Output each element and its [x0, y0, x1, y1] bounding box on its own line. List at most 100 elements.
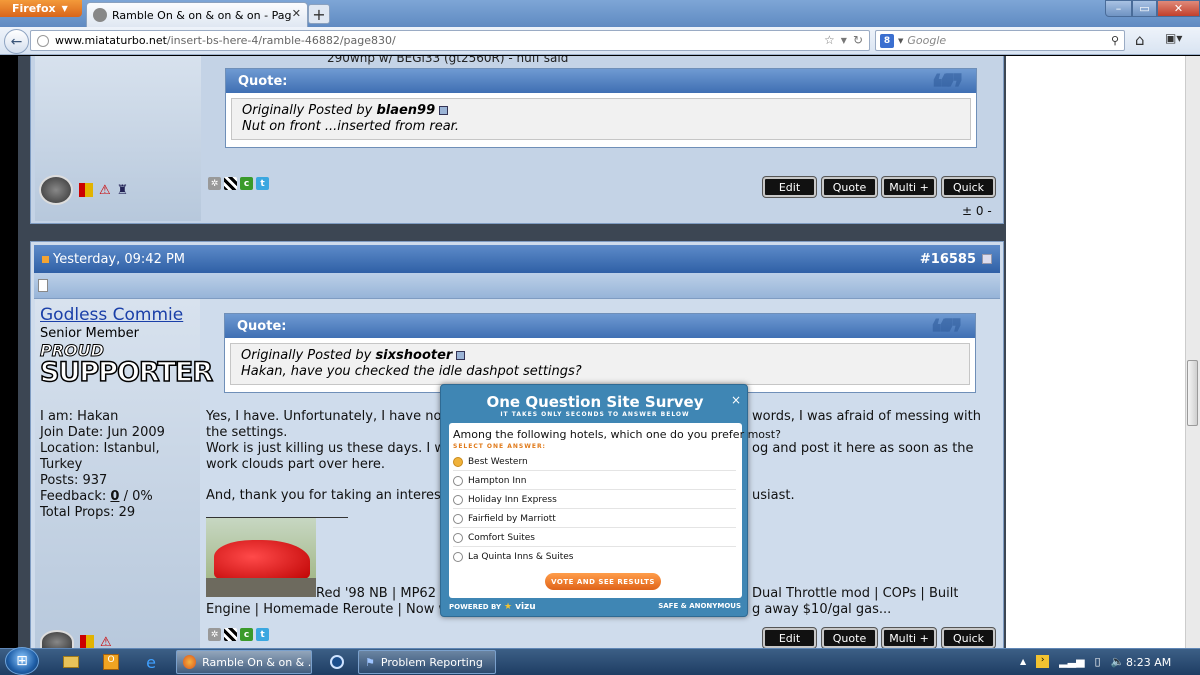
dropdown-arrow-icon[interactable]: ▼: [898, 37, 903, 45]
user-icons: ⚠ ♜: [39, 175, 128, 205]
firefox-menu-button[interactable]: Firefox ▼: [0, 0, 82, 17]
quote-text: Hakan, have you checked the idle dashpot…: [241, 364, 582, 379]
radio-icon[interactable]: [453, 475, 463, 486]
radio-icon[interactable]: [453, 532, 463, 543]
quote-body: Originally Posted by blaen99 Nut on fron…: [231, 98, 971, 140]
twitter-icon[interactable]: t: [256, 628, 269, 641]
radio-selected-icon[interactable]: [453, 456, 463, 467]
survey-close-icon[interactable]: ×: [731, 393, 741, 407]
signature-line: Dual Throttle mod | COPs | Built: [752, 586, 959, 601]
browser-tab[interactable]: Ramble On & on & on & on - Page 830 ... …: [86, 2, 308, 27]
search-icon[interactable]: ⚲: [1111, 34, 1119, 47]
proud-supporter-badge: PROUD SUPPORTER: [39, 341, 214, 393]
network-icon[interactable]: ✲: [208, 628, 221, 641]
vote-button[interactable]: VOTE AND SEE RESULTS: [545, 573, 661, 590]
share-icons-2: ✲ c t: [208, 628, 269, 641]
address-bar[interactable]: www.miataturbo.net/insert-bs-here-4/ramb…: [30, 30, 870, 51]
user-info-line: Location: Istanbul,: [40, 441, 160, 456]
quick-reply-button[interactable]: Quick: [942, 628, 995, 648]
taskbar-item-label: Problem Reporting: [380, 655, 483, 669]
multi-quote-button[interactable]: Multi +: [882, 628, 936, 648]
view-post-icon[interactable]: [456, 351, 466, 360]
post-body-line: Yes, I have. Unfortunately, I have not: [206, 409, 447, 424]
survey-option[interactable]: La Quinta Inns & Suites: [453, 548, 736, 566]
minimize-button[interactable]: –: [1105, 0, 1132, 17]
checkbox-icon[interactable]: [982, 254, 992, 264]
google-engine-icon[interactable]: 8: [880, 33, 894, 48]
scrollbar-thumb[interactable]: [1187, 360, 1198, 426]
show-hidden-icons-icon[interactable]: ▲: [1020, 657, 1026, 666]
flag-icon: ⚑: [365, 655, 375, 669]
post-date: Yesterday, 09:42 PM: [53, 251, 186, 267]
multi-quote-button[interactable]: Multi +: [882, 177, 936, 197]
volume-icon[interactable]: 🔈: [1111, 655, 1125, 668]
survey-option[interactable]: Hampton Inn: [453, 472, 736, 490]
tab-title: Ramble On & on & on & on - Page 830 ...: [112, 8, 292, 22]
url-actions: ☆ ▼ ↻: [824, 33, 863, 47]
survey-option[interactable]: Best Western: [453, 453, 736, 471]
post-body-line: And, thank you for taking an interest: [206, 488, 446, 503]
vizu-logo[interactable]: vizu: [515, 602, 536, 612]
favicon-icon: [93, 8, 107, 22]
signal-icon[interactable]: ▂▃▅: [1059, 655, 1084, 668]
quote-author-link[interactable]: sixshooter: [375, 348, 452, 363]
props-control[interactable]: ± 0 -: [962, 204, 992, 218]
battery-icon[interactable]: ▯: [1095, 655, 1101, 668]
digg-icon[interactable]: [224, 628, 237, 641]
quote-button[interactable]: Quote: [822, 628, 877, 648]
taskbar-clock[interactable]: 8:23 AM: [1126, 656, 1171, 669]
radio-icon[interactable]: [453, 494, 463, 505]
page-scrollbar[interactable]: [1185, 56, 1200, 648]
stumble-icon[interactable]: c: [240, 177, 253, 190]
quick-reply-button[interactable]: Quick: [942, 177, 995, 197]
network-icon[interactable]: ✲: [208, 177, 221, 190]
dropdown-arrow-icon[interactable]: ▼: [841, 36, 847, 45]
explorer-icon[interactable]: [52, 651, 90, 673]
home-icon[interactable]: ⌂: [1135, 31, 1145, 49]
twitter-icon[interactable]: t: [256, 177, 269, 190]
maximize-button[interactable]: ▭: [1132, 0, 1157, 17]
outlook-icon[interactable]: O: [92, 651, 130, 673]
digg-icon[interactable]: [224, 177, 237, 190]
taskbar-problem-reporting[interactable]: ⚑ Problem Reporting: [358, 650, 496, 674]
star-bookmark-icon[interactable]: ☆: [824, 33, 835, 47]
back-arrow-icon[interactable]: ←: [4, 29, 29, 54]
norton-icon[interactable]: ›: [1036, 655, 1050, 668]
post-number-link[interactable]: #16585: [920, 252, 976, 267]
close-window-button[interactable]: ✕: [1157, 0, 1200, 17]
quote-author-link[interactable]: blaen99: [376, 103, 435, 118]
award-icon: ♜: [116, 182, 129, 198]
media-icon[interactable]: [318, 651, 356, 673]
warning-icon: ⚠: [100, 634, 112, 649]
taskbar-firefox[interactable]: Ramble On & on & ...: [176, 650, 312, 674]
feedback-label: Feedback:: [40, 489, 111, 504]
quote-button[interactable]: Quote: [822, 177, 877, 197]
survey-option[interactable]: Comfort Suites: [453, 529, 736, 547]
close-tab-icon[interactable]: ✕: [292, 7, 301, 20]
radio-icon[interactable]: [453, 552, 463, 562]
user-icons: ⚠: [40, 630, 112, 648]
signature-line: Engine | Homemade Reroute | Now w: [206, 602, 450, 617]
flag-icon: [79, 183, 93, 197]
edit-button[interactable]: Edit: [763, 628, 816, 648]
internet-explorer-icon[interactable]: e: [132, 651, 170, 673]
bookmarks-menu-icon[interactable]: ▣▾: [1165, 31, 1182, 45]
username-link[interactable]: Godless Commie: [40, 305, 183, 325]
quote-header: Quote: ❝❞: [225, 312, 975, 354]
new-tab-button[interactable]: +: [308, 4, 330, 24]
post-status-icon: [42, 255, 49, 263]
reload-icon[interactable]: ↻: [853, 33, 863, 47]
radio-icon[interactable]: [453, 513, 463, 524]
search-bar[interactable]: 8 ▼ Google ⚲: [875, 30, 1125, 51]
globe-icon: [37, 34, 49, 47]
stumble-icon[interactable]: c: [240, 628, 253, 641]
option-label: Comfort Suites: [468, 532, 535, 543]
view-post-icon[interactable]: [439, 106, 449, 115]
user-info-line: Join Date: Jun 2009: [40, 425, 165, 440]
post-header: Yesterday, 09:42 PM #16585: [34, 245, 1000, 273]
survey-option[interactable]: Holiday Inn Express: [453, 491, 736, 509]
start-button-icon[interactable]: ⊞: [5, 647, 39, 675]
turbo-icon: [39, 175, 73, 205]
edit-button[interactable]: Edit: [763, 177, 816, 197]
survey-option[interactable]: Fairfield by Marriott: [453, 510, 736, 528]
